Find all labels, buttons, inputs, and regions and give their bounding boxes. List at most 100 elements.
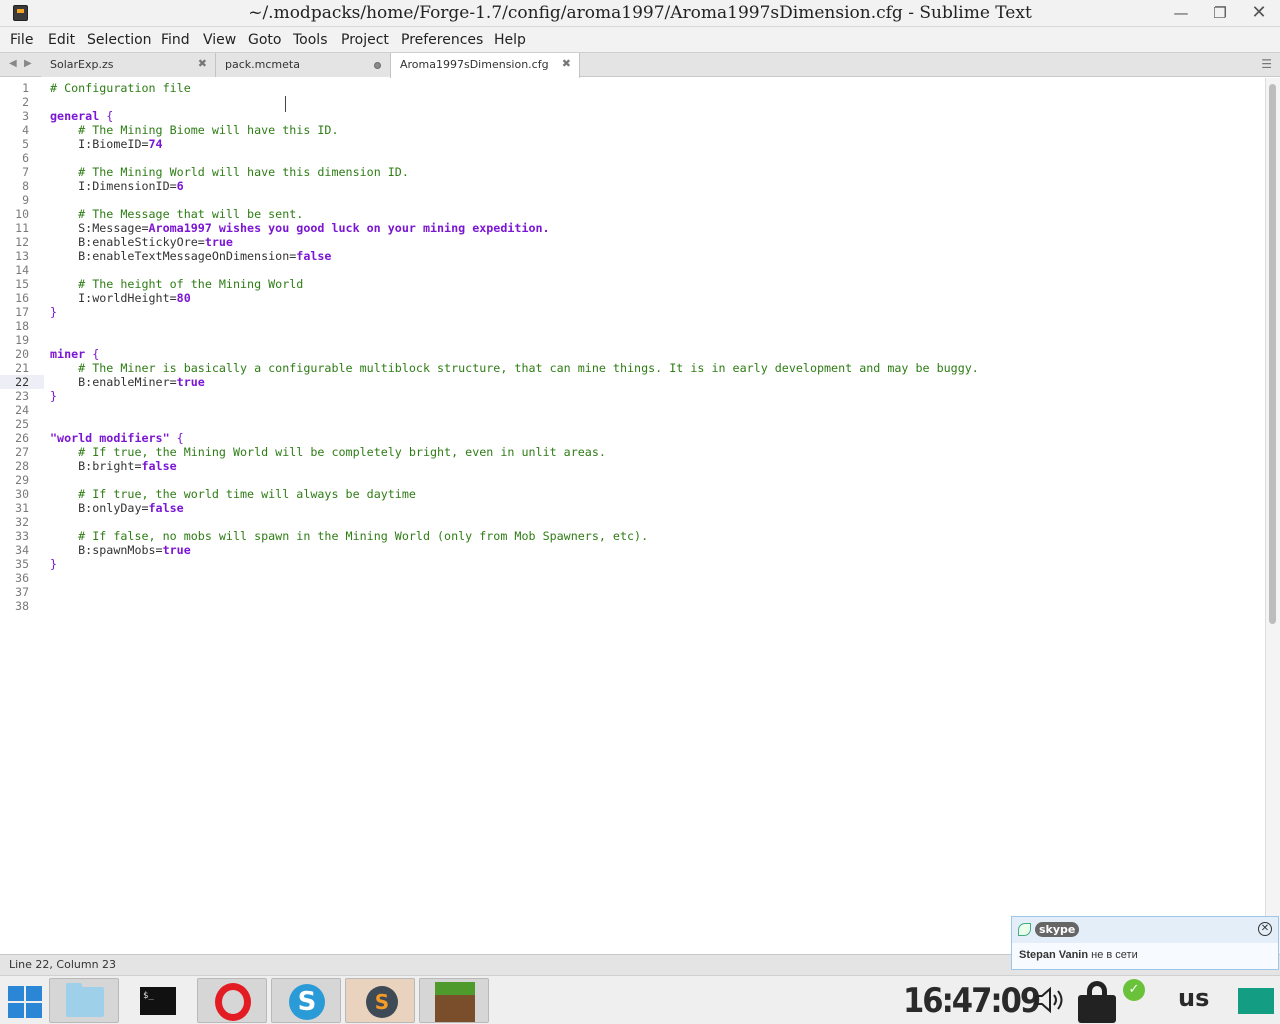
code-line[interactable]: # If true, the Mining World will be comp…: [50, 445, 606, 459]
skype-icon: S: [289, 984, 325, 1020]
windows-logo-icon: [8, 986, 24, 1001]
vertical-scrollbar[interactable]: [1265, 78, 1280, 954]
code-line[interactable]: "world modifiers" {: [50, 431, 184, 445]
tab-solarexp[interactable]: SolarExp.zs ✖: [41, 53, 216, 77]
taskbar-terminal[interactable]: $_: [123, 978, 193, 1023]
code-line[interactable]: B:onlyDay=false: [50, 501, 184, 515]
line-number: 18: [15, 319, 29, 333]
code-line[interactable]: general {: [50, 109, 113, 123]
scrollbar-thumb[interactable]: [1269, 84, 1276, 624]
lock-icon[interactable]: [1078, 981, 1118, 1023]
tab-label: Aroma1997sDimension.cfg: [400, 58, 549, 71]
code-line[interactable]: B:enableStickyOre=true: [50, 235, 233, 249]
tab-label: pack.mcmeta: [225, 58, 300, 71]
line-number: 36: [15, 571, 29, 585]
minimize-button[interactable]: —: [1166, 2, 1196, 24]
code-token: true: [162, 543, 191, 557]
code-token: 74: [148, 137, 163, 151]
code-line[interactable]: S:Message=Aroma1997 wishes you good luck…: [50, 221, 550, 235]
show-desktop-button[interactable]: [1238, 988, 1274, 1014]
code-line[interactable]: B:enableTextMessageOnDimension=false: [50, 249, 331, 263]
code-line[interactable]: # Configuration file: [50, 81, 191, 95]
line-number: 25: [15, 417, 29, 431]
code-line[interactable]: # If true, the world time will always be…: [50, 487, 416, 501]
tab-scroll-right-icon[interactable]: ▶: [24, 58, 32, 69]
taskbar-minecraft[interactable]: [419, 978, 489, 1023]
line-number: 23: [15, 389, 29, 403]
sublime-icon: S: [366, 986, 398, 1018]
code-line[interactable]: # The Message that will be sent.: [50, 207, 303, 221]
menu-goto[interactable]: Goto: [248, 32, 281, 48]
menu-selection[interactable]: Selection: [87, 32, 152, 48]
menu-edit[interactable]: Edit: [48, 32, 75, 48]
code-token: {: [85, 347, 100, 361]
line-number: 5: [22, 137, 29, 151]
taskbar-sublime[interactable]: S: [345, 978, 415, 1023]
code-line[interactable]: }: [50, 557, 57, 571]
line-number: 20: [15, 347, 29, 361]
code-token: # If true, the Mining World will be comp…: [78, 445, 606, 459]
code-token: Aroma1997 wishes you good luck on your m…: [148, 221, 550, 235]
tab-close-icon[interactable]: ✖: [198, 57, 207, 70]
menu-view[interactable]: View: [203, 32, 236, 48]
code-line[interactable]: }: [50, 389, 57, 403]
volume-icon[interactable]: [1034, 986, 1064, 1014]
line-number: 37: [15, 585, 29, 599]
taskbar-files[interactable]: [49, 978, 119, 1023]
menu-project[interactable]: Project: [341, 32, 389, 48]
code-line[interactable]: }: [50, 305, 57, 319]
code-line[interactable]: # The Miner is basically a configurable …: [50, 361, 979, 375]
start-menu-button[interactable]: [6, 984, 42, 1018]
code-token: # The height of the Mining World: [78, 277, 304, 291]
code-line[interactable]: I:worldHeight=80: [50, 291, 191, 305]
tab-close-icon[interactable]: ✖: [562, 57, 571, 70]
code-line[interactable]: B:spawnMobs=true: [50, 543, 191, 557]
code-line[interactable]: B:bright=false: [50, 459, 177, 473]
line-number: 10: [15, 207, 29, 221]
text-cursor-icon: [285, 96, 287, 112]
clock[interactable]: 16:47:09: [903, 981, 1041, 1021]
code-line[interactable]: I:BiomeID=74: [50, 137, 163, 151]
tab-scroll-left-icon[interactable]: ◀: [9, 58, 17, 69]
close-notification-icon[interactable]: ✕: [1258, 922, 1272, 936]
contact-status: не в сети: [1091, 949, 1138, 961]
skype-notification[interactable]: skype ✕ Stepan Vanin не в сети: [1011, 916, 1279, 970]
restore-button[interactable]: ❐: [1205, 2, 1235, 24]
menu-find[interactable]: Find: [161, 32, 190, 48]
code-line[interactable]: B:enableMiner=true: [50, 375, 205, 389]
close-window-button[interactable]: ✕: [1244, 2, 1274, 24]
code-line[interactable]: miner {: [50, 347, 99, 361]
tab-list-menu-icon[interactable]: ☰: [1261, 57, 1272, 71]
code-token: }: [50, 389, 58, 403]
code-line[interactable]: # The Mining World will have this dimens…: [50, 165, 409, 179]
menu-help[interactable]: Help: [494, 32, 526, 48]
code-token: general: [50, 109, 100, 123]
menu-file[interactable]: File: [10, 32, 33, 48]
line-number: 22: [0, 375, 44, 389]
code-line[interactable]: # The Mining Biome will have this ID.: [50, 123, 338, 137]
code-line[interactable]: I:DimensionID=6: [50, 179, 184, 193]
tab-aroma1997sdimension[interactable]: Aroma1997sDimension.cfg ✖: [390, 53, 580, 78]
taskbar-skype[interactable]: S: [271, 978, 341, 1023]
code-token: 80: [176, 291, 191, 305]
unsaved-dot-icon[interactable]: [374, 62, 381, 69]
code-token: miner: [50, 347, 86, 361]
tab-pack-mcmeta[interactable]: pack.mcmeta: [216, 53, 391, 77]
terminal-icon: $_: [140, 987, 176, 1015]
menu-tools[interactable]: Tools: [293, 32, 328, 48]
code-token: true: [176, 375, 205, 389]
code-editor[interactable]: 1 2 3 4 5 6 7 8 9 10 11 12 13 14 15 16 17 18 19 20 21 22 23 24 2…: [0, 78, 1265, 954]
code-line[interactable]: # The height of the Mining World: [50, 277, 303, 291]
taskbar-opera[interactable]: [197, 978, 267, 1023]
code-token: B:enableMiner=: [50, 375, 177, 389]
skype-logo: skype: [1018, 922, 1090, 938]
code-line[interactable]: # If false, no mobs will spawn in the Mi…: [50, 529, 648, 543]
menu-preferences[interactable]: Preferences: [401, 32, 483, 48]
line-number: 31: [15, 501, 29, 515]
line-number: 11: [15, 221, 29, 235]
keyboard-layout-indicator[interactable]: us: [1178, 984, 1209, 1012]
